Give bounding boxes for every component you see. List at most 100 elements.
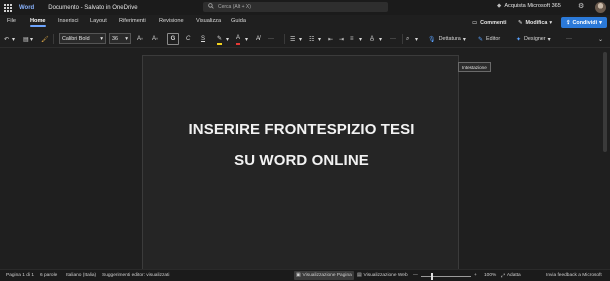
chevron-down-icon[interactable]: ▾ xyxy=(30,33,33,45)
tab-layout[interactable]: Layout xyxy=(90,18,107,24)
language[interactable]: Italiano (Italia) xyxy=(66,273,96,278)
vertical-scrollbar[interactable] xyxy=(603,52,607,152)
font-color-icon[interactable]: A xyxy=(236,33,241,45)
zoom-in-button[interactable]: + xyxy=(474,273,477,278)
app-launcher-icon[interactable] xyxy=(4,3,12,12)
designer-icon: ✦ xyxy=(516,36,522,43)
chevron-down-icon[interactable]: ▾ xyxy=(318,33,321,45)
editor-suggestions[interactable]: Suggerimenti editor: visualizzati xyxy=(102,273,169,278)
chevron-down-icon[interactable]: ▾ xyxy=(415,33,418,45)
tab-file[interactable]: File xyxy=(7,18,16,24)
feedback-link[interactable]: Invia feedback a Microsoft xyxy=(546,273,602,278)
menu-bar: File Home Inserisci Layout Riferimenti R… xyxy=(0,15,610,30)
font-size-select[interactable]: 36 ▾ xyxy=(109,33,131,44)
status-bar: Pagina 1 di 1 6 parole Italiano (Italia)… xyxy=(0,269,610,281)
zoom-slider-thumb[interactable] xyxy=(431,273,433,280)
styles-icon[interactable]: A̲ xyxy=(370,33,374,45)
numbering-icon[interactable]: ☷ xyxy=(309,33,314,45)
buy-label: Acquista Microsoft 365 xyxy=(504,3,561,9)
search-input[interactable]: Cerca (Alt + X) xyxy=(203,2,388,12)
underline-icon[interactable]: S xyxy=(201,33,205,45)
zoom-level[interactable]: 100% xyxy=(484,273,496,278)
tab-inserisci[interactable]: Inserisci xyxy=(58,18,79,24)
share-label: Condividi xyxy=(572,19,598,26)
chevron-down-icon[interactable]: ▾ xyxy=(245,33,248,45)
chevron-down-icon: ▾ xyxy=(100,35,103,42)
designer-button[interactable]: ✦ Designer ▾ xyxy=(516,33,551,45)
fit-button[interactable]: ⤢ Adatta xyxy=(499,271,523,280)
divider xyxy=(53,34,54,44)
find-icon[interactable]: ⌕ xyxy=(406,33,409,45)
grow-font-icon[interactable]: A ˄ xyxy=(137,33,143,45)
undo-icon[interactable]: ↶ xyxy=(4,33,9,45)
chevron-down-icon[interactable]: ▾ xyxy=(299,33,302,45)
share-button[interactable]: ⇪ Condividi ▾ xyxy=(561,17,607,28)
search-icon xyxy=(208,3,214,11)
tab-revisione[interactable]: Revisione xyxy=(159,18,184,24)
chevron-down-icon: ▾ xyxy=(549,19,553,26)
document-line-1[interactable]: INSERIRE FRONTESPIZIO TESI xyxy=(143,121,460,138)
chevron-down-icon: ▾ xyxy=(125,35,128,42)
paste-icon[interactable]: ▤ xyxy=(23,33,29,45)
chevron-down-icon[interactable]: ▾ xyxy=(226,33,229,45)
divider xyxy=(402,34,403,44)
align-icon[interactable]: ≡ xyxy=(350,33,354,45)
comments-button[interactable]: ▭ Commenti xyxy=(467,17,511,28)
bullets-icon[interactable]: ☰ xyxy=(290,33,295,45)
editor-button[interactable]: ✎ Editor xyxy=(478,33,500,45)
web-view-icon: ▤ xyxy=(357,273,362,278)
chevron-down-icon[interactable]: ▾ xyxy=(379,33,382,45)
tab-visualizza[interactable]: Visualizza xyxy=(196,18,221,24)
page-view-button[interactable]: ▣ Visualizzazione Pagina xyxy=(294,271,354,280)
tab-riferimenti[interactable]: Riferimenti xyxy=(119,18,146,24)
page-view-label: Visualizzazione Pagina xyxy=(302,273,352,278)
increase-indent-icon[interactable]: ⇥ xyxy=(339,33,344,45)
chevron-down-icon[interactable]: ▾ xyxy=(12,33,15,45)
tab-home[interactable]: Home xyxy=(30,18,46,27)
title-bar: Word Documento - Salvato in OneDrive Cer… xyxy=(0,0,610,15)
document-title[interactable]: Documento - Salvato in OneDrive xyxy=(48,5,137,11)
gear-icon[interactable]: ⚙ xyxy=(578,2,584,10)
pencil-icon: ✎ xyxy=(518,19,523,26)
dictate-button[interactable]: 🎙 Dettatura ▾ xyxy=(428,33,466,45)
divider xyxy=(284,34,285,44)
edit-label: Modifica xyxy=(525,19,548,26)
edit-mode-button[interactable]: ✎ Modifica ▾ xyxy=(513,17,557,28)
more-font-options-icon[interactable]: ··· xyxy=(268,33,274,45)
word-count[interactable]: 6 parole xyxy=(40,273,57,278)
italic-icon[interactable]: C xyxy=(186,33,190,45)
chevron-down-icon: ▾ xyxy=(547,36,551,43)
clear-formatting-icon[interactable]: A̸ xyxy=(256,33,260,45)
editor-label: Editor xyxy=(486,36,501,42)
web-view-button[interactable]: ▤ Visualizzazione Web xyxy=(355,271,410,280)
chevron-down-icon: ▾ xyxy=(462,36,466,43)
chevron-down-icon: ▾ xyxy=(599,19,602,26)
microphone-icon: 🎙 xyxy=(428,36,436,43)
comment-icon: ▭ xyxy=(472,19,478,26)
zoom-out-button[interactable]: — xyxy=(413,273,418,278)
tab-guida[interactable]: Guida xyxy=(231,18,246,24)
chevron-down-icon[interactable]: ⌄ xyxy=(598,33,603,45)
comments-label: Commenti xyxy=(480,19,507,26)
bold-icon[interactable]: G xyxy=(167,33,179,45)
format-painter-icon[interactable]: 🖌 xyxy=(41,33,49,45)
font-name-value: Calibri Bold xyxy=(62,35,90,42)
chevron-down-icon[interactable]: ▾ xyxy=(359,33,362,45)
more-paragraph-options-icon[interactable]: ··· xyxy=(390,33,396,45)
fit-label: Adatta xyxy=(506,273,521,278)
highlight-icon[interactable]: ✎ xyxy=(217,33,223,45)
shrink-font-icon[interactable]: A ˅ xyxy=(152,33,158,45)
avatar[interactable] xyxy=(595,2,606,13)
fit-icon: ⤢ xyxy=(501,273,505,279)
zoom-slider[interactable] xyxy=(421,276,471,277)
page-count: Pagina 1 di 1 xyxy=(6,273,35,278)
app-name[interactable]: Word xyxy=(19,5,34,11)
buy-microsoft-365-button[interactable]: ◆ Acquista Microsoft 365 xyxy=(497,3,561,9)
more-options-icon[interactable]: ··· xyxy=(566,33,572,45)
document-line-2[interactable]: SU WORD ONLINE xyxy=(143,152,460,169)
page-view-icon: ▣ xyxy=(296,273,301,278)
font-name-select[interactable]: Calibri Bold ▾ xyxy=(59,33,106,44)
header-tooltip: Intestazione xyxy=(458,62,491,72)
document-page[interactable]: INSERIRE FRONTESPIZIO TESI SU WORD ONLIN… xyxy=(142,55,459,277)
decrease-indent-icon[interactable]: ⇤ xyxy=(328,33,333,45)
